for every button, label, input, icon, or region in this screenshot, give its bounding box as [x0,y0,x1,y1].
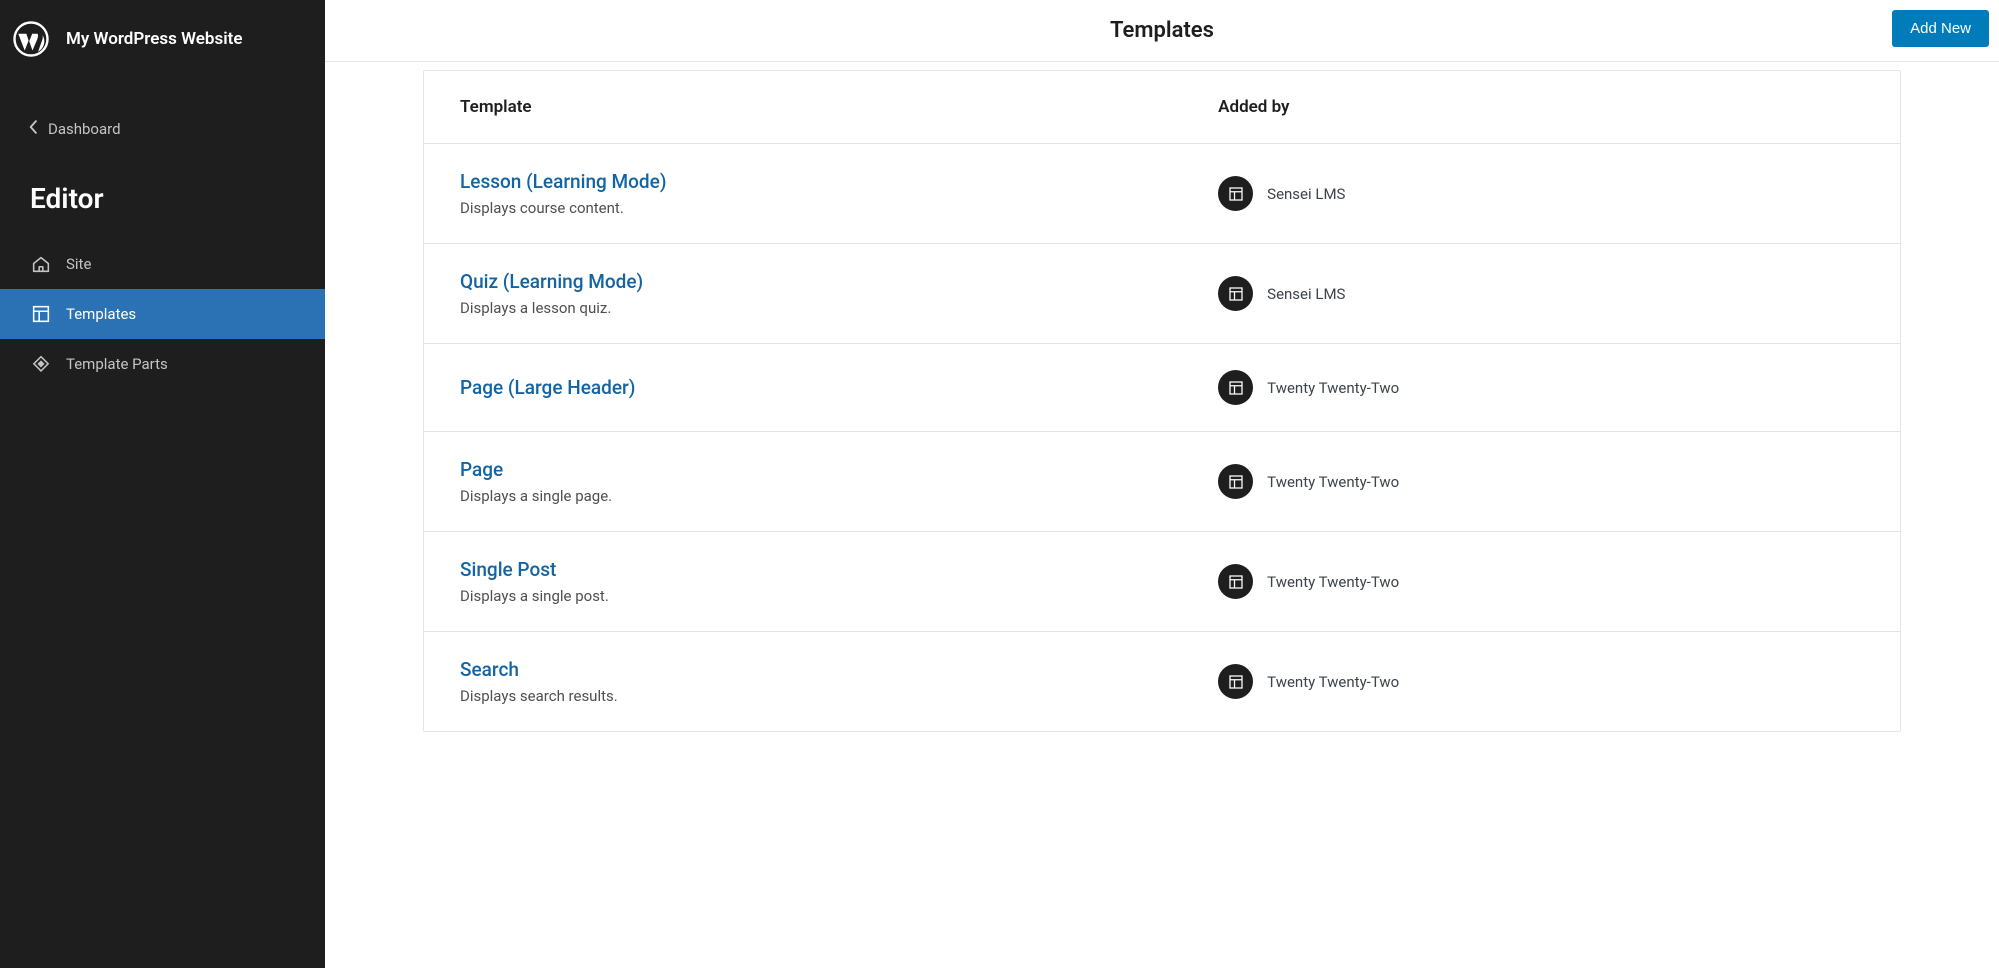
table-row: Quiz (Learning Mode) Displays a lesson q… [424,244,1900,344]
nav-item-template-parts[interactable]: Template Parts [0,339,325,389]
sidebar-header: My WordPress Website [0,8,325,70]
source-avatar-icon [1218,276,1253,311]
diamond-icon [30,353,52,375]
nav-item-templates[interactable]: Templates [0,289,325,339]
page-title: Templates [1110,18,1214,43]
template-link[interactable]: Single Post [460,558,556,581]
table-row: Lesson (Learning Mode) Displays course c… [424,144,1900,244]
editor-heading: Editor [0,152,325,239]
nav-item-site[interactable]: Site [0,239,325,289]
main: Templates Add New Template Added by Less… [325,0,1999,968]
table-row: Search Displays search results. Twenty T… [424,632,1900,731]
source-avatar-icon [1218,464,1253,499]
col-header-template: Template [460,97,1218,117]
templates-table: Template Added by Lesson (Learning Mode)… [423,70,1901,732]
template-desc: Displays search results. [460,687,1218,705]
topbar: Templates Add New [325,0,1999,62]
added-by-label: Sensei LMS [1267,185,1345,203]
nav-label: Templates [66,305,136,323]
template-link[interactable]: Quiz (Learning Mode) [460,270,643,293]
template-desc: Displays a single post. [460,587,1218,605]
added-by-label: Twenty Twenty-Two [1267,673,1399,691]
content: Template Added by Lesson (Learning Mode)… [325,62,1999,772]
dashboard-link[interactable]: Dashboard [0,106,325,152]
wordpress-logo-icon[interactable] [10,18,52,60]
sidebar: My WordPress Website Dashboard Editor Si… [0,0,325,968]
source-avatar-icon [1218,176,1253,211]
added-by-label: Twenty Twenty-Two [1267,379,1399,397]
added-by-label: Twenty Twenty-Two [1267,473,1399,491]
layout-icon [30,303,52,325]
template-link[interactable]: Search [460,658,519,681]
table-row: Page Displays a single page. Twenty Twen… [424,432,1900,532]
template-link[interactable]: Page [460,458,503,481]
template-link[interactable]: Lesson (Learning Mode) [460,170,666,193]
chevron-left-icon [28,120,38,138]
table-head: Template Added by [424,71,1900,144]
source-avatar-icon [1218,564,1253,599]
added-by-label: Twenty Twenty-Two [1267,573,1399,591]
template-desc: Displays course content. [460,199,1218,217]
source-avatar-icon [1218,664,1253,699]
nav-label: Template Parts [66,355,168,373]
site-name: My WordPress Website [66,29,242,49]
source-avatar-icon [1218,370,1253,405]
table-row: Page (Large Header) Twenty Twenty-Two [424,344,1900,432]
template-link[interactable]: Page (Large Header) [460,376,635,399]
added-by-label: Sensei LMS [1267,285,1345,303]
col-header-added-by: Added by [1218,97,1864,117]
add-new-button[interactable]: Add New [1892,10,1989,47]
nav-list: Site Templates Template Parts [0,239,325,389]
dashboard-label: Dashboard [48,120,121,138]
template-desc: Displays a lesson quiz. [460,299,1218,317]
table-row: Single Post Displays a single post. Twen… [424,532,1900,632]
home-icon [30,253,52,275]
template-desc: Displays a single page. [460,487,1218,505]
nav-label: Site [66,255,91,273]
